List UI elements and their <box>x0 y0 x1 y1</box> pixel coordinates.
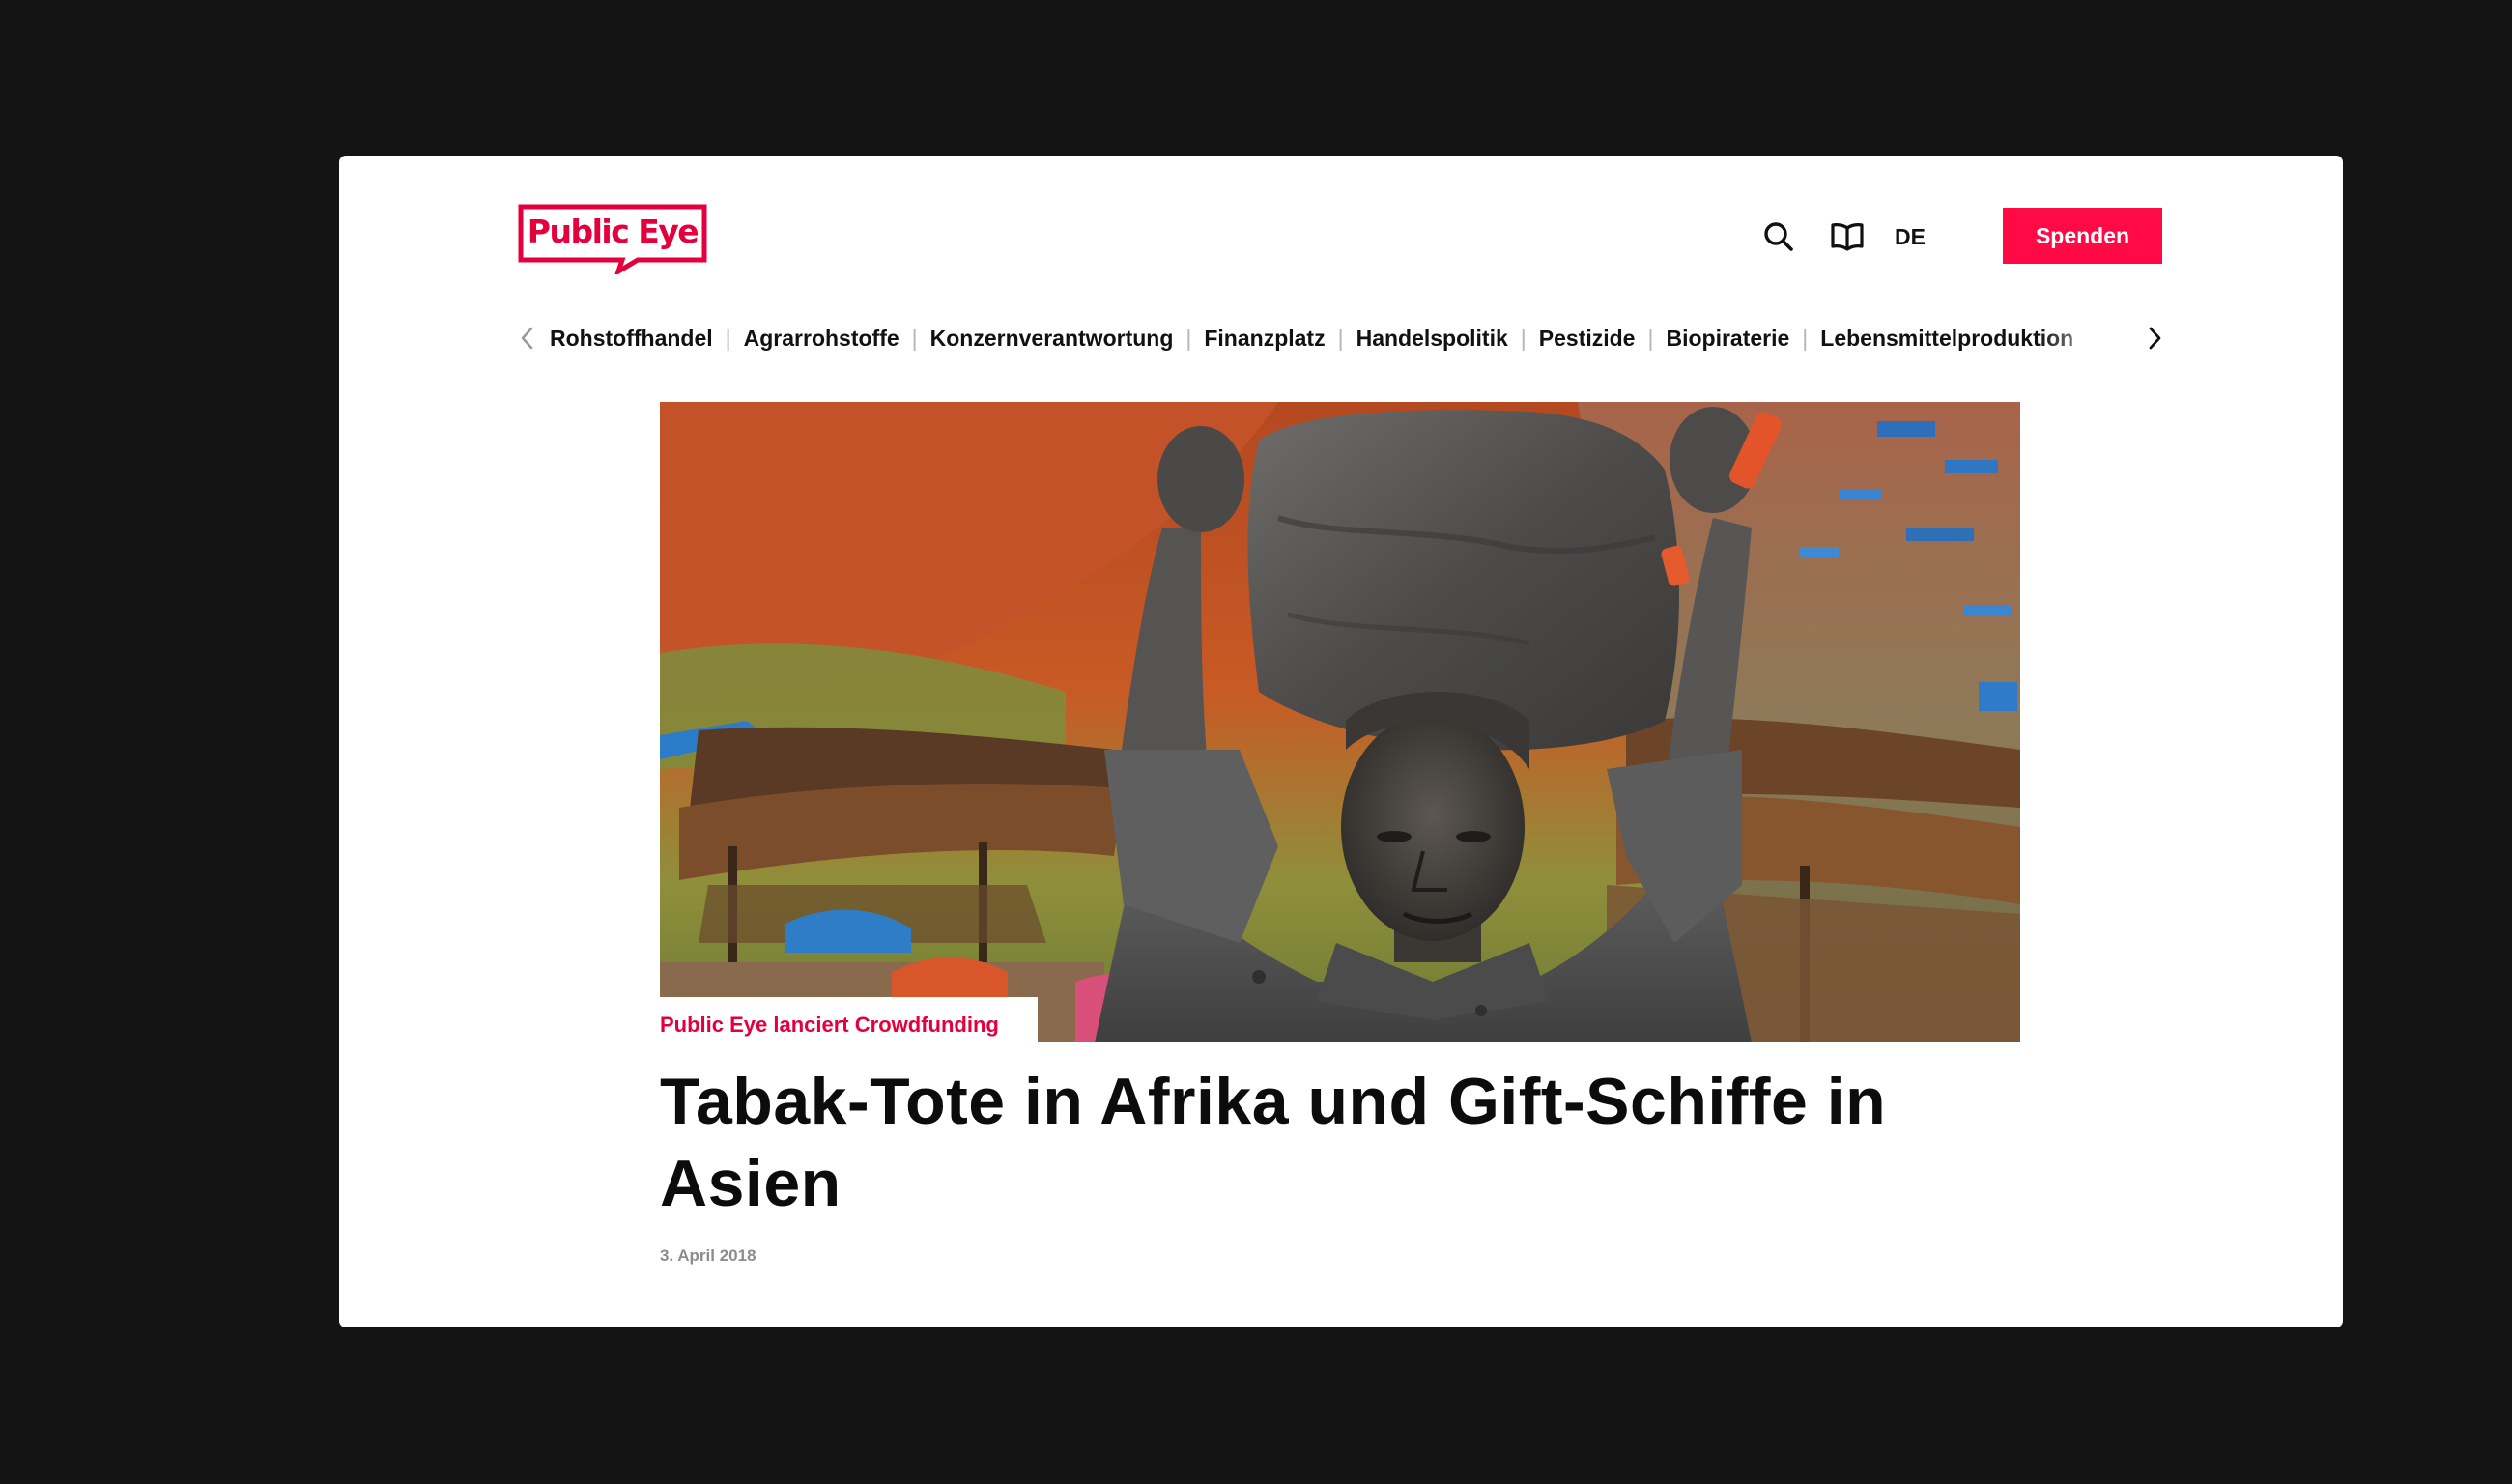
nav-item-finanzplatz[interactable]: Finanzplatz <box>1204 326 1325 352</box>
nav-separator: | <box>725 325 731 351</box>
nav-item-lebensmittelproduktion[interactable]: Lebensmittelproduktion <box>1820 326 2073 352</box>
nav-separator: | <box>1647 325 1654 351</box>
nav-item-rohstoffhandel[interactable]: Rohstoffhandel <box>550 326 713 352</box>
nav-item-agrarrohstoffe[interactable]: Agrarrohstoffe <box>744 326 899 352</box>
article-date: 3. April 2018 <box>660 1246 756 1265</box>
article-hero-image[interactable] <box>660 402 2020 1042</box>
nav-separator: | <box>1337 325 1344 351</box>
article-title[interactable]: Tabak-Tote in Afrika und Gift-Schiffe in… <box>660 1061 2032 1225</box>
nav-separator: | <box>1520 325 1527 351</box>
nav-separator: | <box>1185 325 1192 351</box>
language-switcher[interactable]: DE <box>1895 217 1939 256</box>
category-nav: Rohstoffhandel | Agrarrohstoffe | Konzer… <box>550 318 2134 358</box>
nav-item-biopiraterie[interactable]: Biopiraterie <box>1666 326 1789 352</box>
nav-fade-overlay <box>2040 318 2136 358</box>
book-icon[interactable] <box>1830 220 1865 253</box>
public-eye-logo[interactable]: Public Eye <box>518 204 707 274</box>
nav-item-konzernverantwortung[interactable]: Konzernverantwortung <box>930 326 1174 352</box>
search-icon[interactable] <box>1762 220 1795 253</box>
nav-separator: | <box>911 325 918 351</box>
nav-separator: | <box>1802 325 1809 351</box>
donate-button[interactable]: Spenden <box>2003 208 2162 264</box>
chevron-right-icon[interactable] <box>2142 325 2167 352</box>
chevron-left-icon[interactable] <box>515 325 540 352</box>
nav-item-handelspolitik[interactable]: Handelspolitik <box>1356 326 1508 352</box>
nav-item-pestizide[interactable]: Pestizide <box>1539 326 1636 352</box>
article-kicker[interactable]: Public Eye lanciert Crowdfunding <box>660 1007 999 1043</box>
page-card: Public Eye DE Spenden Rohstoffhandel | A… <box>339 156 2343 1327</box>
logo-text: Public Eye <box>527 213 699 250</box>
